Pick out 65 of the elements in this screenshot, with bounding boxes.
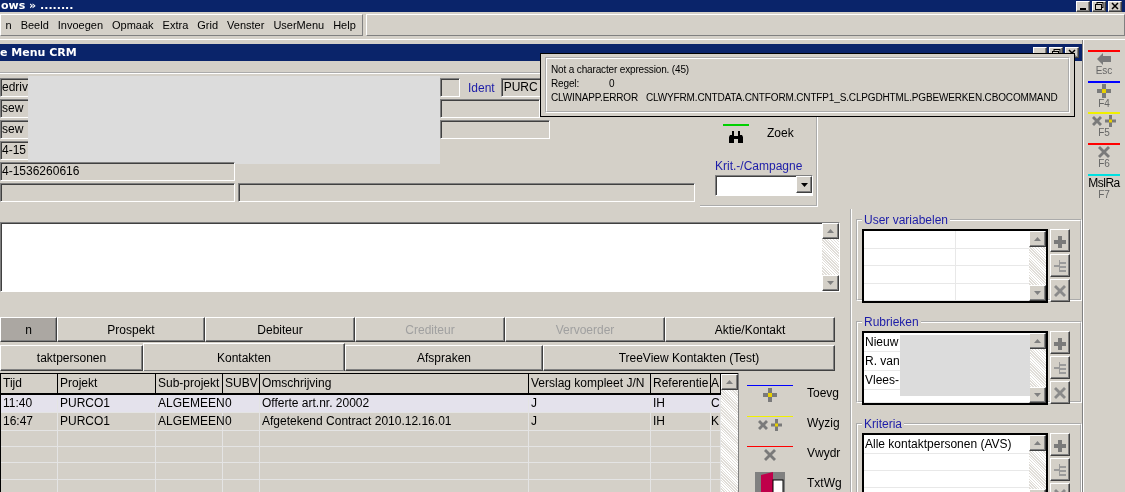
menu-item[interactable]: Beeld	[16, 19, 54, 31]
list-item[interactable]: Nieuw	[865, 333, 899, 351]
shortcut-key: F7	[1098, 190, 1110, 200]
tab[interactable]: taktpersonen	[0, 345, 143, 371]
error-path: CLWYFRM.CNTDATA.CNTFORM.CNTFP1_S.CLPGDHTML.PGBEWERKEN.CBOCOMMAND	[646, 91, 1058, 105]
text-field[interactable]: sew	[0, 120, 28, 139]
app-title: ows » ........	[0, 0, 75, 12]
window-title: e Menu CRM	[0, 46, 78, 59]
table-cell: Afgetekend Contract 2010.12.16.01	[260, 413, 529, 430]
tab[interactable]: Afspraken	[345, 345, 543, 371]
tab[interactable]: Prospekt	[57, 317, 205, 342]
tab[interactable]: TreeView Kontakten (Test)	[543, 345, 835, 371]
menu-item[interactable]: Venster	[222, 19, 269, 31]
shortcut-key: Esc	[1095, 66, 1113, 76]
shortcut-key: F5	[1098, 128, 1110, 138]
menu-item[interactable]: n	[1, 19, 17, 31]
group-title: Kriteria	[863, 417, 903, 431]
column-header[interactable]: Referentie	[651, 374, 711, 393]
tab[interactable]: Kontakten	[143, 343, 345, 371]
column-header[interactable]: Sub-projekt	[156, 374, 223, 393]
text-field[interactable]: 4-1536260616	[0, 162, 235, 181]
table-cell: J	[529, 413, 651, 430]
table-cell: 11:40	[1, 395, 58, 412]
table-cell: PURCO1	[58, 413, 156, 430]
column-header[interactable]: Omschrijving	[260, 374, 529, 393]
selected-row[interactable]: 11:40 PURCO1 ALGEMEEN0 Offerte art.nr. 20002 J IH C	[1, 395, 721, 413]
list-item[interactable]: Alle kontaktpersonen (AVS)	[865, 435, 1012, 453]
list-item[interactable]: R. van	[865, 352, 900, 370]
menu-item[interactable]: Grid	[192, 19, 223, 31]
group-title: Rubrieken	[863, 315, 920, 329]
table-cell: 0	[223, 395, 260, 412]
line-value: 0	[609, 77, 615, 91]
table-cell: IH	[651, 413, 711, 430]
table-cell: 16:47	[1, 413, 58, 430]
tab[interactable]: Debiteur	[205, 317, 355, 342]
group-title: User variabelen	[863, 213, 950, 227]
button-label: MslRa	[1088, 177, 1120, 189]
table-cell: IH	[651, 395, 711, 412]
criteria-label: Krit.-/Campagne	[715, 159, 803, 173]
column-header[interactable]: Projekt	[58, 374, 156, 393]
text-field[interactable]: 4-15	[0, 141, 28, 160]
error-message: Not a character expression. (45)	[551, 64, 690, 75]
list-box[interactable]: Alle kontaktpersonen (AVS)	[862, 433, 1048, 492]
text-field[interactable]: edriv	[0, 78, 28, 97]
menu-item[interactable]: Help	[328, 19, 361, 31]
menu-item[interactable]: Opmaak	[107, 19, 159, 31]
list-item[interactable]: Vlees-	[865, 371, 899, 389]
menu-item[interactable]: Invoegen	[53, 19, 108, 31]
shortcut-key: F4	[1098, 99, 1110, 109]
table-cell: J	[529, 395, 651, 412]
tab[interactable]: Aktie/Kontakt	[665, 317, 835, 342]
text-field[interactable]: sew	[0, 99, 28, 118]
menu-item[interactable]: Extra	[158, 19, 193, 31]
column-header[interactable]: Tijd	[1, 374, 58, 393]
table-cell: 0	[223, 413, 260, 430]
list-box[interactable]: Nieuw R. van Vlees-	[862, 331, 1048, 405]
column-header[interactable]: Verslag kompleet J/N	[529, 374, 651, 393]
ident-label: Ident	[468, 80, 495, 95]
shortcut-key: F6	[1098, 159, 1110, 169]
menu-item[interactable]: UserMenu	[268, 19, 329, 31]
tab[interactable]: n	[0, 317, 57, 342]
table-cell: PURCO1	[58, 395, 156, 412]
table-cell: Offerte art.nr. 20002	[260, 395, 529, 412]
toolbar-button[interactable]: F4	[1087, 81, 1121, 109]
column-header[interactable]: SUBV	[223, 374, 260, 393]
